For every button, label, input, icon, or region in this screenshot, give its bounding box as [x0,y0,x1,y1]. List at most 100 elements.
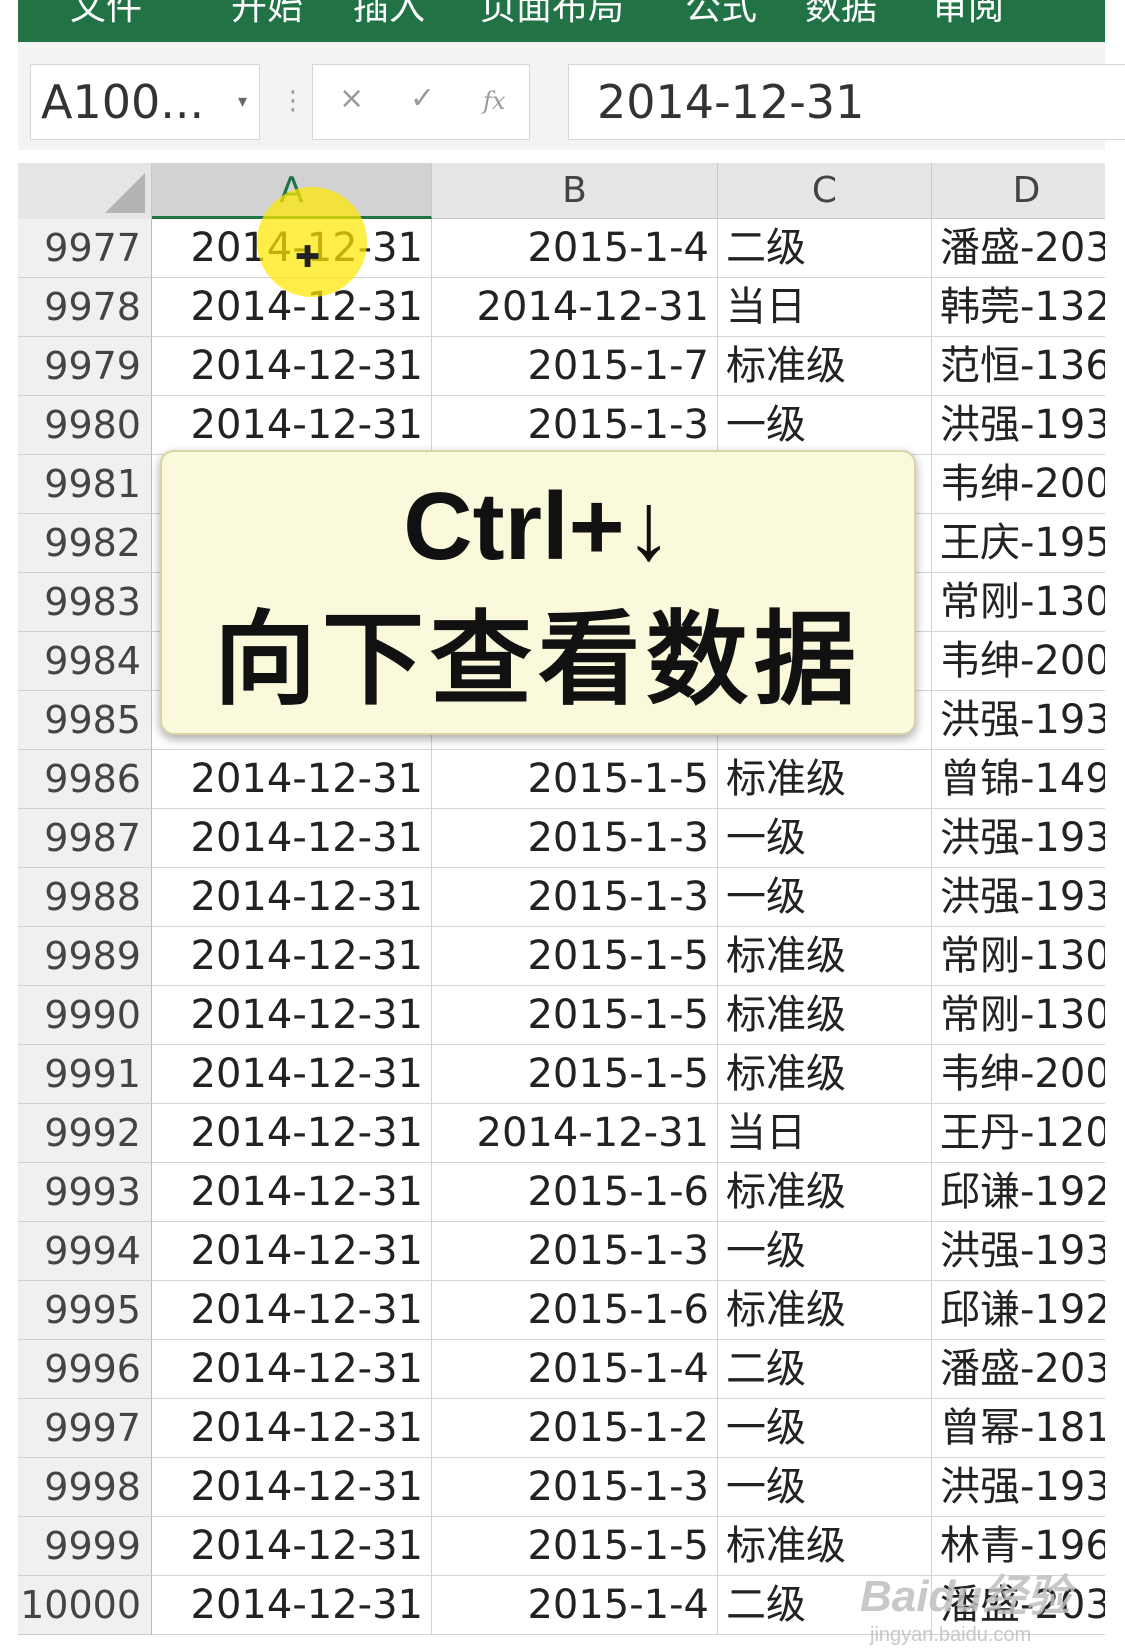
row-header[interactable]: 9991 [18,1045,152,1104]
cell-c[interactable]: 一级 [718,809,932,868]
cell-c[interactable]: 二级 [718,219,932,278]
cell-a[interactable]: 2014-12-31 [152,927,432,986]
cell-d[interactable]: 洪强-193 [932,1222,1122,1281]
row-header[interactable]: 9996 [18,1340,152,1399]
cell-a[interactable]: 2014-12-31 [152,1576,432,1635]
cell-d[interactable]: 王庆-195 [932,514,1122,573]
cell-a[interactable]: 2014-12-31 [152,1399,432,1458]
cell-a[interactable]: 2014-12-31 [152,1163,432,1222]
cell-a[interactable]: 2014-12-31 [152,868,432,927]
cell-b[interactable]: 2014-12-31 [432,278,718,337]
cell-b[interactable]: 2015-1-4 [432,1340,718,1399]
row-header[interactable]: 9982 [18,514,152,573]
cell-d[interactable]: 洪强-193 [932,1458,1122,1517]
cell-d[interactable]: 邱谦-192 [932,1163,1122,1222]
tab-formulas[interactable]: 公式 [685,0,757,30]
tab-file[interactable]: 文件 [70,0,142,30]
cell-b[interactable]: 2015-1-3 [432,809,718,868]
row-header[interactable]: 9993 [18,1163,152,1222]
row-header[interactable]: 9994 [18,1222,152,1281]
tab-review[interactable]: 审阅 [932,0,1004,30]
cell-b[interactable]: 2015-1-5 [432,1517,718,1576]
cell-c[interactable]: 标准级 [718,927,932,986]
cell-a[interactable]: 2014-12-31 [152,1045,432,1104]
cell-d[interactable]: 常刚-130 [932,986,1122,1045]
tab-insert[interactable]: 插入 [353,0,425,30]
cell-a[interactable]: 2014-12-31 [152,1104,432,1163]
row-header[interactable]: 9988 [18,868,152,927]
cell-d[interactable]: 范恒-136 [932,337,1122,396]
cell-d[interactable]: 曾幂-181 [932,1399,1122,1458]
row-header[interactable]: 9981 [18,455,152,514]
cell-a[interactable]: 2014-12-31 [152,1340,432,1399]
cell-d[interactable]: 邱谦-192 [932,1281,1122,1340]
row-header[interactable]: 9987 [18,809,152,868]
row-header[interactable]: 9995 [18,1281,152,1340]
cell-d[interactable]: 洪强-193 [932,691,1122,750]
cell-a[interactable]: 2014-12-31 [152,337,432,396]
row-header[interactable]: 9980 [18,396,152,455]
cell-a[interactable]: 2014-12-31 [152,1458,432,1517]
cell-d[interactable]: 洪强-193 [932,868,1122,927]
cell-c[interactable]: 一级 [718,868,932,927]
name-box[interactable]: A100... ▾ [30,64,260,140]
row-header[interactable]: 9990 [18,986,152,1045]
row-header[interactable]: 10000 [18,1576,152,1635]
cell-b[interactable]: 2014-12-31 [432,1104,718,1163]
cell-b[interactable]: 2015-1-3 [432,868,718,927]
cell-c[interactable]: 标准级 [718,1045,932,1104]
cell-a[interactable]: 2014-12-31 [152,809,432,868]
cell-a[interactable]: 2014-12-31 [152,396,432,455]
row-header[interactable]: 9989 [18,927,152,986]
cell-b[interactable]: 2015-1-5 [432,750,718,809]
cell-d[interactable]: 洪强-193 [932,396,1122,455]
cell-b[interactable]: 2015-1-4 [432,1576,718,1635]
row-header[interactable]: 9979 [18,337,152,396]
cell-a[interactable]: 2014-12-31 [152,1222,432,1281]
cell-b[interactable]: 2015-1-5 [432,1045,718,1104]
cell-b[interactable]: 2015-1-3 [432,1458,718,1517]
row-header[interactable]: 9986 [18,750,152,809]
row-header[interactable]: 9978 [18,278,152,337]
cell-b[interactable]: 2015-1-4 [432,219,718,278]
cell-d[interactable]: 王丹-120 [932,1104,1122,1163]
cell-c[interactable]: 一级 [718,1399,932,1458]
row-header[interactable]: 9992 [18,1104,152,1163]
cell-a[interactable]: 2014-12-31 [152,750,432,809]
cell-c[interactable]: 一级 [718,396,932,455]
row-header[interactable]: 9999 [18,1517,152,1576]
row-header[interactable]: 9985 [18,691,152,750]
cell-d[interactable]: 潘盛-203 [932,1340,1122,1399]
cell-d[interactable]: 常刚-130 [932,573,1122,632]
cell-a[interactable]: 2014-12-31 [152,1517,432,1576]
row-header[interactable]: 9998 [18,1458,152,1517]
column-header-b[interactable]: B [432,163,718,219]
cell-c[interactable]: 一级 [718,1458,932,1517]
cell-d[interactable]: 韦绅-200 [932,455,1122,514]
cell-c[interactable]: 标准级 [718,750,932,809]
tab-data[interactable]: 数据 [805,0,877,30]
formula-input[interactable]: 2014-12-31 [568,64,1125,140]
cell-d[interactable]: 曾锦-149 [932,750,1122,809]
cell-d[interactable]: 韦绅-200 [932,1045,1122,1104]
cell-c[interactable]: 当日 [718,278,932,337]
cell-b[interactable]: 2015-1-2 [432,1399,718,1458]
cell-a[interactable]: 2014-12-31 [152,986,432,1045]
check-icon[interactable]: ✓ [410,81,435,116]
cell-b[interactable]: 2015-1-7 [432,337,718,396]
cell-c[interactable]: 标准级 [718,1163,932,1222]
cell-c[interactable]: 标准级 [718,1281,932,1340]
cell-d[interactable]: 常刚-130 [932,927,1122,986]
cell-c[interactable]: 当日 [718,1104,932,1163]
cancel-icon[interactable]: × [339,81,364,116]
cell-b[interactable]: 2015-1-3 [432,1222,718,1281]
cell-d[interactable]: 韦绅-200 [932,632,1122,691]
row-header[interactable]: 9997 [18,1399,152,1458]
cell-a[interactable]: 2014-12-31 [152,1281,432,1340]
column-header-d[interactable]: D [932,163,1122,219]
cell-b[interactable]: 2015-1-3 [432,396,718,455]
cell-d[interactable]: 潘盛-203 [932,219,1122,278]
cell-d[interactable]: 洪强-193 [932,809,1122,868]
row-header[interactable]: 9977 [18,219,152,278]
row-header[interactable]: 9984 [18,632,152,691]
